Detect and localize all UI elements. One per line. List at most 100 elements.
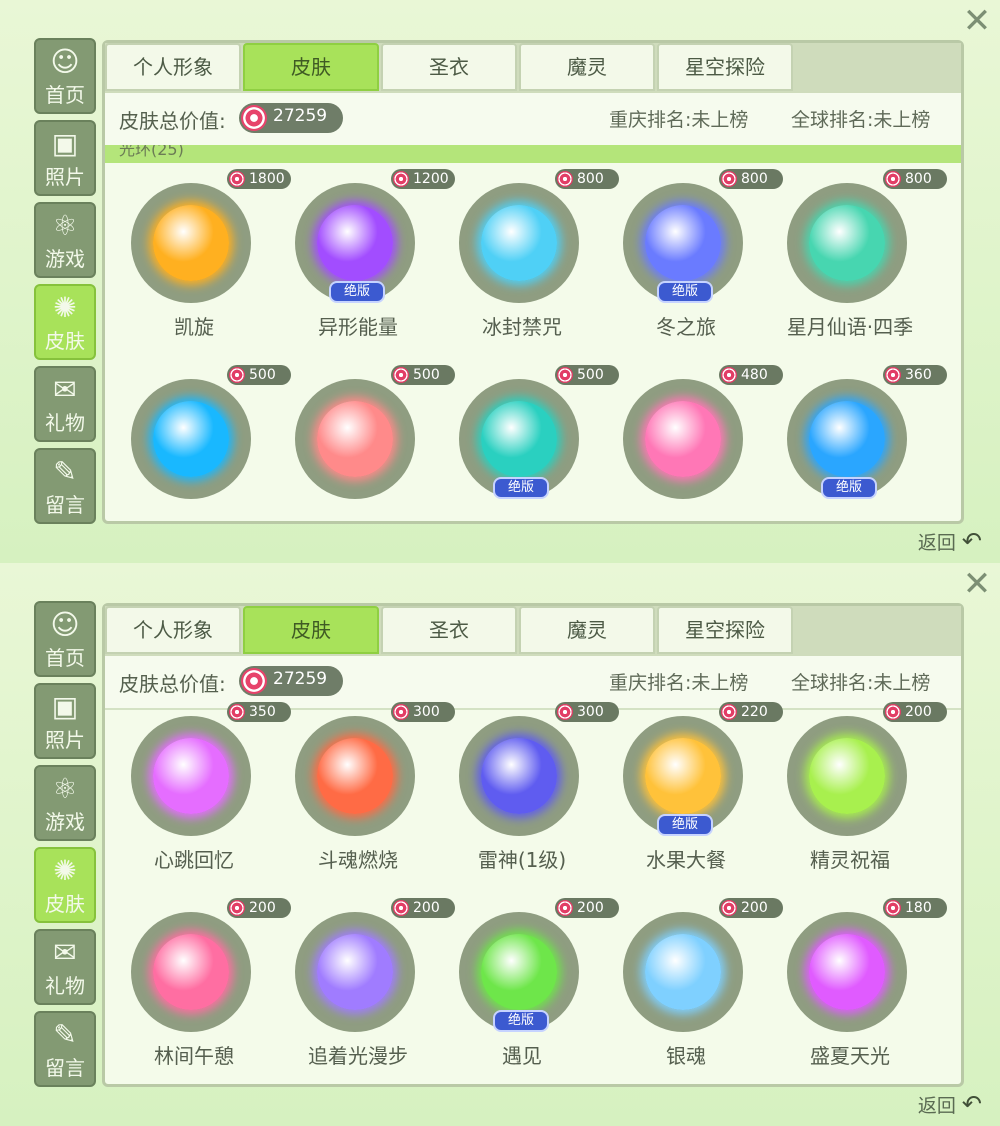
section-label: 光环(25) (119, 145, 184, 159)
skin-orb-icon (153, 934, 229, 1010)
skin-item[interactable]: 200 追着光漫步 (269, 892, 455, 1082)
skin-item[interactable]: 220 绝版 水果大餐 (597, 696, 783, 886)
candy-icon (229, 171, 245, 187)
candy-icon (885, 367, 901, 383)
sidebar-item-label: 皮肤 (45, 329, 85, 353)
back-label: 返回 (917, 531, 956, 554)
price-value: 200 (905, 704, 932, 720)
sidebar-item-6[interactable]: ✎ 留言 (34, 1011, 96, 1087)
tab-3[interactable]: 圣衣 (381, 606, 517, 654)
skin-item[interactable]: 480 (597, 359, 783, 549)
info-bar: 皮肤总价值: 27259 重庆排名:未上榜 全球排名:未上榜 (105, 93, 961, 147)
sidebar-item-3[interactable]: ⚛ 游戏 (34, 765, 96, 841)
skin-item[interactable]: 200 绝版 遇见 (433, 892, 619, 1082)
skin-orb-icon (153, 401, 229, 477)
skin-item[interactable]: 300 斗魂燃烧 (269, 696, 455, 886)
skin-ring (623, 379, 743, 499)
skin-item[interactable]: 800 冰封禁咒 (433, 163, 619, 353)
total-value-label: 皮肤总价值: (119, 672, 226, 696)
candy-icon (721, 171, 737, 187)
skin-item[interactable]: 350 心跳回忆 (105, 696, 291, 886)
tab-5[interactable]: 星空探险 (657, 43, 793, 91)
skin-item[interactable]: 1800 凯旋 (105, 163, 291, 353)
limited-badge: 绝版 (329, 281, 385, 303)
skin-name: 雷神(1级) (477, 848, 567, 872)
candy-icon (229, 704, 245, 720)
atom-icon: ⚛ (52, 772, 78, 805)
skin-item[interactable]: 1200 绝版 异形能量 (269, 163, 455, 353)
skin-ring (459, 183, 579, 303)
skin-ring (623, 912, 743, 1032)
back-arrow-icon: ↶ (961, 527, 982, 555)
candy-icon (393, 704, 409, 720)
tab-5[interactable]: 星空探险 (657, 606, 793, 654)
candy-icon (241, 668, 267, 694)
skin-orb-icon (645, 934, 721, 1010)
sidebar-item-4[interactable]: ✺ 皮肤 (34, 284, 96, 360)
sidebar: ☺ 首页 ▣ 照片 ⚛ 游戏 ✺ 皮肤 ✉ 礼物 ✎ 留言 (34, 38, 98, 530)
skin-orb-icon (481, 934, 557, 1010)
skin-ring-icon: ✺ (53, 854, 77, 887)
candy-icon (885, 171, 901, 187)
sidebar-item-1[interactable]: ☺ 首页 (34, 38, 96, 114)
skin-item[interactable]: 500 绝版 (433, 359, 619, 549)
skin-item[interactable]: 500 (105, 359, 291, 549)
close-icon[interactable]: ✕ (960, 4, 994, 38)
skin-item[interactable]: 200 银魂 (597, 892, 783, 1082)
skin-item[interactable]: 800 绝版 冬之旅 (597, 163, 783, 353)
tab-bar: 个人形象 皮肤 圣衣 魔灵 星空探险 (105, 606, 961, 656)
sidebar-item-2[interactable]: ▣ 照片 (34, 683, 96, 759)
sidebar-item-5[interactable]: ✉ 礼物 (34, 366, 96, 442)
tab-4[interactable]: 魔灵 (519, 43, 655, 91)
sidebar-item-label: 留言 (45, 493, 85, 517)
skin-orb-icon (645, 205, 721, 281)
sidebar-item-6[interactable]: ✎ 留言 (34, 448, 96, 524)
skin-item[interactable]: 300 雷神(1级) (433, 696, 619, 886)
tab-3[interactable]: 圣衣 (381, 43, 517, 91)
candy-icon (557, 900, 573, 916)
candy-icon (557, 704, 573, 720)
price-value: 360 (905, 367, 932, 383)
skin-panel-bottom: ✕ ☺ 首页 ▣ 照片 ⚛ 游戏 ✺ 皮肤 ✉ 礼物 ✎ 留言 个人形象 皮肤 圣衣 魔灵 星空探险 皮肤总价… (0, 563, 1000, 1126)
skin-name: 水果大餐 (646, 848, 726, 872)
sidebar-item-1[interactable]: ☺ 首页 (34, 601, 96, 677)
sidebar-item-label: 留言 (45, 1056, 85, 1080)
tab-4[interactable]: 魔灵 (519, 606, 655, 654)
candy-icon (229, 900, 245, 916)
sidebar-item-2[interactable]: ▣ 照片 (34, 120, 96, 196)
tab-1[interactable]: 个人形象 (105, 606, 241, 654)
skin-name: 林间午憩 (154, 1044, 234, 1068)
limited-badge: 绝版 (821, 477, 877, 499)
atom-icon: ⚛ (52, 209, 78, 242)
close-icon[interactable]: ✕ (960, 567, 994, 601)
sidebar-item-3[interactable]: ⚛ 游戏 (34, 202, 96, 278)
main-content: 个人形象 皮肤 圣衣 魔灵 星空探险 皮肤总价值: 27259 重庆排名:未上榜 全球排… (102, 40, 964, 524)
sidebar-item-label: 皮肤 (45, 892, 85, 916)
tab-1[interactable]: 个人形象 (105, 43, 241, 91)
skin-item[interactable]: 360 绝版 (761, 359, 947, 549)
tab-2[interactable]: 皮肤 (243, 606, 379, 654)
price-tag: 200 (883, 702, 947, 722)
skin-orb-icon (317, 401, 393, 477)
skin-ring (295, 379, 415, 499)
sidebar-item-5[interactable]: ✉ 礼物 (34, 929, 96, 1005)
sidebar-item-label: 照片 (45, 165, 85, 189)
back-button[interactable]: 返回 ↶ (918, 1090, 982, 1120)
back-arrow-icon: ↶ (961, 1090, 982, 1118)
skin-name: 精灵祝福 (810, 848, 890, 872)
skin-item[interactable]: 200 精灵祝福 (761, 696, 947, 886)
rank-chongqing: 重庆排名:未上榜 (609, 109, 749, 131)
tab-2[interactable]: 皮肤 (243, 43, 379, 91)
skin-item[interactable]: 200 林间午憩 (105, 892, 291, 1082)
skin-item[interactable]: 800 星月仙语·四季 (761, 163, 947, 353)
sidebar-item-label: 礼物 (45, 411, 85, 435)
skin-item[interactable]: 180 盛夏天光 (761, 892, 947, 1082)
photo-icon: ▣ (51, 127, 79, 160)
sidebar-item-label: 游戏 (45, 247, 85, 271)
skin-item[interactable]: 500 (269, 359, 455, 549)
back-button[interactable]: 返回 ↶ (918, 527, 982, 557)
candy-icon (721, 900, 737, 916)
skin-orb-icon (809, 205, 885, 281)
sidebar-item-4[interactable]: ✺ 皮肤 (34, 847, 96, 923)
back-label: 返回 (917, 1094, 956, 1117)
